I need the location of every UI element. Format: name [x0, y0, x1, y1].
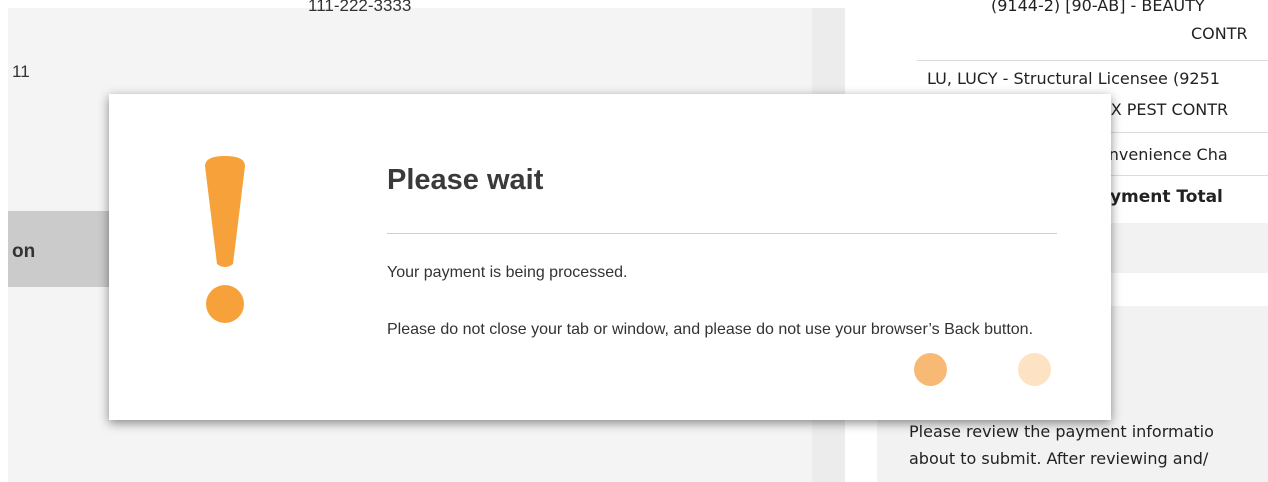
- sidebar-item-label: on: [12, 241, 36, 262]
- divider: [917, 60, 1268, 61]
- loading-dot-faded: [1018, 353, 1051, 386]
- review-text-line: about to submit. After reviewing and/: [909, 449, 1209, 468]
- page: 111-222-3333 11 on (9144-2) [90-AB] - BE…: [0, 0, 1268, 482]
- record-number: 11: [12, 62, 30, 81]
- title-divider: [387, 233, 1057, 234]
- processing-message: Your payment is being processed.: [387, 264, 628, 281]
- review-text: Please review the payment informatio abo…: [909, 418, 1268, 472]
- convenience-charge-label: onvenience Cha: [1099, 145, 1228, 164]
- licensee-line: LU, LUCY - Structural Licensee (9251: [927, 69, 1220, 88]
- loading-dot-active: [914, 353, 947, 386]
- review-text-line: Please review the payment informatio: [909, 422, 1214, 441]
- phone-number: 111-222-3333: [308, 0, 412, 15]
- warning-message: Please do not close your tab or window, …: [387, 321, 1034, 338]
- exclamation-icon: [205, 156, 245, 323]
- payment-total-label: ayment Total: [1099, 187, 1223, 207]
- summary-line-item: CONTR: [1191, 24, 1248, 43]
- company-line: UX PEST CONTR: [1099, 100, 1229, 119]
- summary-line-item: (9144-2) [90-AB] - BEAUTY: [991, 0, 1205, 15]
- please-wait-dialog: Please wait Your payment is being proces…: [109, 94, 1111, 420]
- dialog-title: Please wait: [387, 164, 544, 196]
